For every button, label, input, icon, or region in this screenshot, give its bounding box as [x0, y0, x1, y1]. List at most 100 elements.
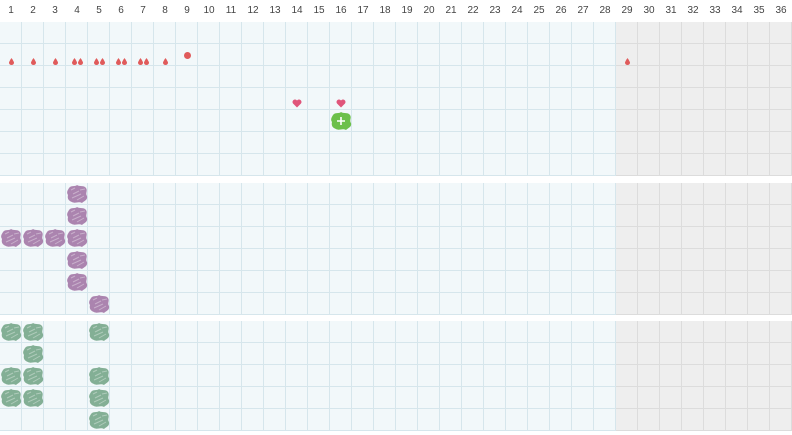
day-cell[interactable]: [66, 66, 88, 88]
day-cell[interactable]: [374, 88, 396, 110]
day-cell[interactable]: [572, 343, 594, 365]
day-cell[interactable]: [770, 227, 792, 249]
day-cell[interactable]: [704, 409, 726, 431]
day-cell[interactable]: [638, 110, 660, 132]
day-cell[interactable]: [418, 110, 440, 132]
day-cell[interactable]: [770, 110, 792, 132]
day-cell[interactable]: [220, 88, 242, 110]
day-cell[interactable]: [154, 154, 176, 176]
day-cell[interactable]: [572, 88, 594, 110]
day-cell[interactable]: [220, 293, 242, 315]
day-cell[interactable]: [374, 132, 396, 154]
day-cell[interactable]: [440, 22, 462, 44]
day-cell[interactable]: [770, 132, 792, 154]
day-cell[interactable]: [88, 183, 110, 205]
day-cell[interactable]: [550, 110, 572, 132]
day-cell[interactable]: [0, 132, 22, 154]
day-cell[interactable]: [550, 44, 572, 66]
day-cell[interactable]: [660, 321, 682, 343]
day-cell[interactable]: [374, 22, 396, 44]
day-cell[interactable]: [154, 387, 176, 409]
day-cell[interactable]: [132, 66, 154, 88]
day-cell[interactable]: [616, 365, 638, 387]
day-cell[interactable]: [704, 205, 726, 227]
day-cell[interactable]: [308, 44, 330, 66]
day-cell[interactable]: [638, 321, 660, 343]
day-number[interactable]: 36: [770, 0, 792, 22]
day-cell[interactable]: [198, 205, 220, 227]
day-cell[interactable]: [44, 154, 66, 176]
day-cell[interactable]: [506, 387, 528, 409]
day-cell[interactable]: [726, 271, 748, 293]
day-cell[interactable]: [418, 132, 440, 154]
day-cell[interactable]: [330, 365, 352, 387]
day-cell[interactable]: [22, 271, 44, 293]
day-cell[interactable]: [726, 22, 748, 44]
day-cell[interactable]: [286, 293, 308, 315]
day-cell[interactable]: [88, 343, 110, 365]
day-cell[interactable]: [374, 409, 396, 431]
day-cell[interactable]: [550, 365, 572, 387]
day-cell[interactable]: [176, 271, 198, 293]
day-cell[interactable]: [66, 110, 88, 132]
day-cell[interactable]: [660, 365, 682, 387]
day-cell[interactable]: [462, 249, 484, 271]
day-cell[interactable]: [0, 343, 22, 365]
day-cell[interactable]: [484, 365, 506, 387]
day-cell[interactable]: [440, 249, 462, 271]
day-cell[interactable]: [770, 205, 792, 227]
day-number[interactable]: 30: [638, 0, 660, 22]
day-cell[interactable]: [704, 132, 726, 154]
day-cell[interactable]: [22, 409, 44, 431]
day-cell[interactable]: [220, 271, 242, 293]
day-cell[interactable]: [374, 44, 396, 66]
day-cell[interactable]: [154, 249, 176, 271]
day-cell[interactable]: [198, 66, 220, 88]
day-cell[interactable]: [594, 66, 616, 88]
day-cell[interactable]: [352, 22, 374, 44]
day-cell[interactable]: [550, 183, 572, 205]
day-cell[interactable]: [660, 88, 682, 110]
day-cell[interactable]: [22, 22, 44, 44]
day-cell[interactable]: [0, 205, 22, 227]
day-cell[interactable]: [528, 409, 550, 431]
day-cell[interactable]: [374, 293, 396, 315]
day-cell[interactable]: [198, 183, 220, 205]
day-cell[interactable]: [638, 154, 660, 176]
day-cell[interactable]: [594, 44, 616, 66]
day-cell[interactable]: [220, 22, 242, 44]
day-cell[interactable]: [374, 365, 396, 387]
day-cell[interactable]: [528, 249, 550, 271]
day-cell[interactable]: [330, 321, 352, 343]
day-cell[interactable]: [572, 44, 594, 66]
day-cell[interactable]: [374, 387, 396, 409]
day-cell[interactable]: [506, 205, 528, 227]
day-cell[interactable]: [682, 343, 704, 365]
day-number[interactable]: 11: [220, 0, 242, 22]
day-cell[interactable]: [330, 249, 352, 271]
day-cell[interactable]: [264, 183, 286, 205]
day-cell[interactable]: [286, 249, 308, 271]
day-cell[interactable]: [132, 409, 154, 431]
day-cell[interactable]: [22, 205, 44, 227]
day-number[interactable]: 34: [726, 0, 748, 22]
day-cell[interactable]: [132, 22, 154, 44]
day-cell[interactable]: [132, 293, 154, 315]
day-cell[interactable]: [264, 249, 286, 271]
day-cell[interactable]: [462, 205, 484, 227]
day-number[interactable]: 28: [594, 0, 616, 22]
day-cell[interactable]: [352, 387, 374, 409]
day-cell[interactable]: [770, 44, 792, 66]
day-cell[interactable]: [616, 110, 638, 132]
day-cell[interactable]: [726, 365, 748, 387]
day-cell[interactable]: [770, 409, 792, 431]
day-cell[interactable]: [154, 205, 176, 227]
day-cell[interactable]: [484, 409, 506, 431]
day-cell[interactable]: [308, 110, 330, 132]
day-cell[interactable]: [660, 227, 682, 249]
day-cell[interactable]: [660, 387, 682, 409]
day-cell[interactable]: [88, 88, 110, 110]
day-cell[interactable]: [154, 132, 176, 154]
day-cell[interactable]: [660, 110, 682, 132]
day-cell[interactable]: [462, 321, 484, 343]
